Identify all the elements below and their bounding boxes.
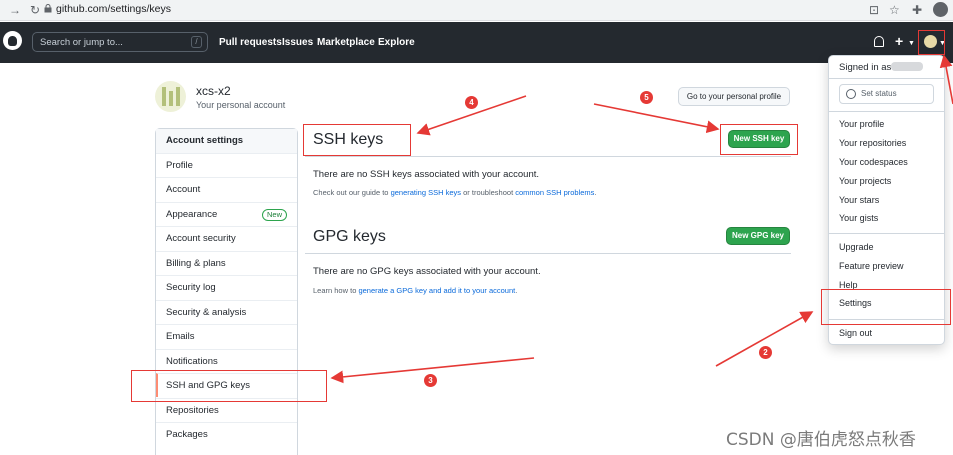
- annotation-marker-3: 3: [424, 374, 437, 387]
- annotation-arrows: [330, 54, 953, 384]
- annotation-marker-5: 5: [640, 91, 653, 104]
- annotation-marker-4: 4: [465, 96, 478, 109]
- watermark: CSDN @唐伯虎怒点秋香: [726, 430, 916, 450]
- annotation-marker-2: 2: [759, 346, 772, 359]
